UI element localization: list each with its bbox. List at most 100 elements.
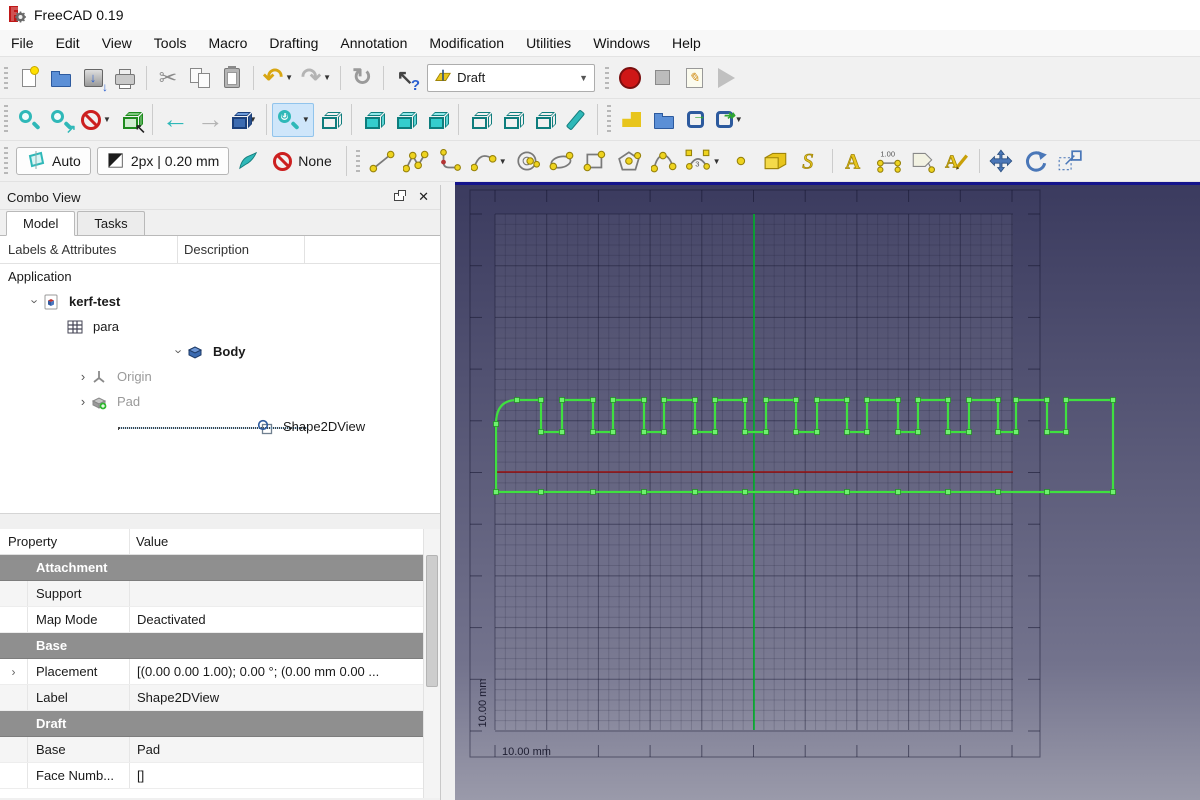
draft-text-icon[interactable]: A	[838, 144, 872, 178]
draft-ellipse-icon[interactable]	[545, 144, 579, 178]
toolbar-drag-handle[interactable]	[606, 105, 611, 134]
draft-bspline-icon[interactable]	[647, 144, 681, 178]
redo-icon[interactable]: ↷ ▼	[297, 61, 335, 95]
tree-item-origin[interactable]: › Origin	[0, 364, 440, 389]
draft-scale-icon[interactable]	[1053, 144, 1087, 178]
toolbar-drag-handle[interactable]	[4, 66, 8, 89]
tab-model[interactable]: Model	[6, 211, 76, 236]
menu-modification[interactable]: Modification	[418, 30, 515, 56]
menu-view[interactable]: View	[91, 30, 143, 56]
toolbar-drag-handle[interactable]	[605, 66, 610, 89]
undo-icon[interactable]: ↶ ▼	[259, 61, 297, 95]
nav-forward-icon[interactable]: →	[193, 103, 228, 137]
draft-circle-icon[interactable]	[511, 144, 545, 178]
toolbar-drag-handle[interactable]	[4, 147, 8, 175]
paste-icon[interactable]	[216, 61, 248, 95]
working-plane-button[interactable]: Auto	[16, 147, 91, 175]
fit-selection-icon[interactable]: ↗	[45, 103, 77, 137]
dropdown-caret-icon[interactable]: ▼	[103, 115, 111, 124]
panel-splitter-horizontal[interactable]	[0, 514, 440, 529]
draw-style-icon[interactable]: ↻ ▼	[271, 102, 314, 137]
expander-open-icon[interactable]: ›	[28, 295, 43, 309]
tree-item-shape2dview[interactable]: Shape2DView	[0, 414, 440, 439]
draft-fillet-icon[interactable]	[433, 144, 467, 178]
nav-back-icon[interactable]: ←	[158, 103, 193, 137]
menu-edit[interactable]: Edit	[45, 30, 91, 56]
view-right-icon[interactable]	[421, 103, 453, 137]
toolbar-drag-handle[interactable]	[355, 150, 360, 172]
property-value[interactable]	[130, 581, 440, 606]
draft-polygon-icon[interactable]	[613, 144, 647, 178]
expander-closed-icon[interactable]: ›	[76, 369, 90, 384]
draft-annotation-styles-icon[interactable]: A	[940, 144, 974, 178]
toolbar-drag-handle[interactable]	[4, 105, 8, 134]
scrollbar-thumb[interactable]	[426, 555, 438, 687]
tree-item-kerf-test[interactable]: › kerf-test	[0, 289, 440, 314]
link-make-icon[interactable]: →	[680, 103, 712, 137]
draft-label-icon[interactable]	[906, 144, 940, 178]
menu-tools[interactable]: Tools	[143, 30, 198, 56]
menu-drafting[interactable]: Drafting	[258, 30, 329, 56]
property-value[interactable]: [(0.00 0.00 1.00); 0.00 °; (0.00 mm 0.00…	[130, 659, 440, 684]
float-panel-icon[interactable]	[394, 190, 407, 201]
property-value[interactable]: Deactivated	[130, 607, 440, 632]
view-top-icon[interactable]	[389, 103, 421, 137]
workbench-selector[interactable]: Draft ▼	[427, 63, 596, 92]
tree-item-application[interactable]: Application	[0, 264, 440, 289]
part-simple-copy-icon[interactable]	[616, 103, 648, 137]
dropdown-caret-icon[interactable]: ▼	[323, 73, 331, 82]
open-file-icon[interactable]	[45, 61, 77, 95]
draft-arc-icon[interactable]: ▼	[467, 144, 511, 178]
property-group-attachment[interactable]: Attachment	[0, 555, 440, 581]
dropdown-caret-icon[interactable]: ▼	[735, 115, 743, 124]
autogroup-button[interactable]: None	[264, 147, 340, 175]
cut-icon[interactable]: ✂	[152, 61, 184, 95]
menu-file[interactable]: File	[0, 30, 45, 56]
menu-annotation[interactable]: Annotation	[329, 30, 418, 56]
measure-distance-icon[interactable]	[560, 103, 592, 137]
property-column-header[interactable]: Property	[0, 529, 130, 554]
close-panel-icon[interactable]: ✕	[418, 189, 429, 205]
whats-this-icon[interactable]: ↖?	[389, 61, 421, 95]
tree-header-description[interactable]: Description	[178, 236, 305, 263]
draft-snap-icon[interactable]	[232, 144, 264, 178]
value-column-header[interactable]: Value	[130, 529, 440, 554]
dropdown-caret-icon[interactable]: ▼	[499, 157, 507, 166]
property-group-base[interactable]: Base	[0, 633, 440, 659]
draft-point-icon[interactable]	[725, 144, 759, 178]
tree-item-pad[interactable]: › Pad	[0, 389, 440, 414]
property-value[interactable]: Shape2DView	[130, 685, 440, 710]
tab-tasks[interactable]: Tasks	[77, 211, 145, 235]
draft-shapestring-icon[interactable]: S	[793, 144, 827, 178]
draft-dimension-icon[interactable]: 1.00	[872, 144, 906, 178]
menu-macro[interactable]: Macro	[197, 30, 258, 56]
expander-closed-icon[interactable]: ›	[0, 659, 28, 684]
menu-utilities[interactable]: Utilities	[515, 30, 582, 56]
view-bottom-icon[interactable]	[496, 103, 528, 137]
dropdown-caret-icon[interactable]: ▼	[285, 73, 293, 82]
expander-closed-icon[interactable]: ›	[76, 394, 90, 409]
tree-header-labels[interactable]: Labels & Attributes	[0, 236, 178, 263]
line-style-button[interactable]: 2px | 0.20 mm	[96, 147, 230, 175]
draft-bezier-icon[interactable]: 3 ▼	[681, 144, 725, 178]
macro-edit-icon[interactable]: ✎	[678, 61, 710, 95]
property-value[interactable]: []	[130, 763, 440, 788]
print-icon[interactable]	[109, 61, 141, 95]
save-icon[interactable]: ↓ ↓	[77, 61, 109, 95]
dropdown-caret-icon[interactable]: ▼	[713, 157, 721, 166]
panel-splitter-vertical[interactable]	[441, 185, 455, 800]
group-icon[interactable]	[648, 103, 680, 137]
macro-stop-icon[interactable]	[646, 61, 678, 95]
clipping-plane-icon[interactable]: ▼	[77, 103, 115, 137]
macro-play-icon[interactable]	[710, 61, 742, 95]
expander-open-icon[interactable]: ›	[172, 345, 187, 359]
macro-record-icon[interactable]	[614, 61, 646, 95]
dropdown-caret-icon[interactable]: ▼	[302, 115, 310, 124]
3d-viewport[interactable]: 10.00 mm 10.00 mm	[455, 182, 1200, 800]
draft-move-icon[interactable]	[985, 144, 1019, 178]
draft-line-icon[interactable]	[365, 144, 399, 178]
draft-rectangle-icon[interactable]	[579, 144, 613, 178]
view-isometric-icon[interactable]: ▼	[228, 103, 261, 137]
property-scrollbar[interactable]	[423, 529, 440, 798]
view-left-icon[interactable]	[528, 103, 560, 137]
